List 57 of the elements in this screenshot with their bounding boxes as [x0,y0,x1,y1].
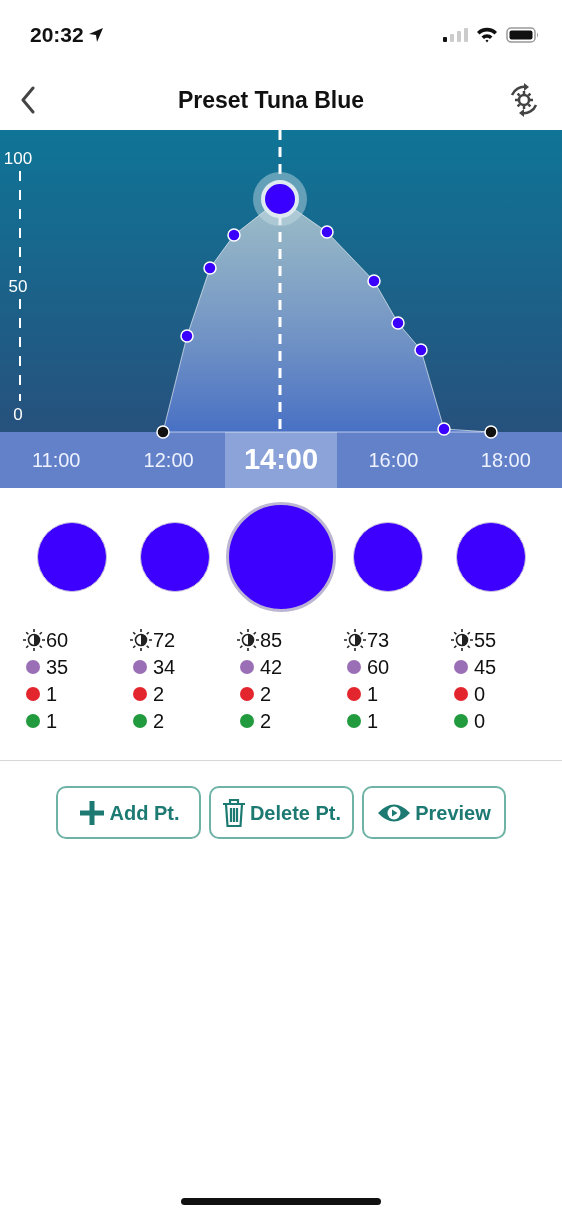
signal-icon [443,28,468,42]
time-tab[interactable]: 11:00 [0,432,113,488]
chart-point[interactable] [320,225,334,239]
screen-title: Preset Tuna Blue [177,85,365,115]
channel-value: 2 [260,710,272,731]
chart-point[interactable] [484,425,498,439]
action-button[interactable]: Delete Pt. [209,786,354,839]
channel-value: 34 [153,656,176,677]
brightness-icon [343,627,367,652]
chart-point[interactable] [367,274,381,288]
brightness-icon [129,627,153,652]
channel-value: 0 [474,683,486,704]
location-arrow-icon [87,27,104,43]
chart-point[interactable] [180,329,194,343]
chart-point[interactable] [253,172,307,226]
time-tab[interactable]: 14:00 [224,432,338,488]
brightness-icon [236,627,260,652]
channel-value: 2 [153,683,165,704]
channel-value: 1 [46,710,58,731]
brightness-value: 60 [46,629,69,650]
axis-label: 0 [13,404,23,424]
chart-point[interactable] [203,261,217,275]
brightness-value: 55 [474,629,497,650]
channel-value: 2 [153,710,165,731]
back-button[interactable] [20,86,36,114]
time-tab[interactable]: 16:00 [337,432,450,488]
trash-icon [221,797,246,828]
battery-icon [506,27,540,43]
time-tab[interactable]: 18:00 [449,432,562,488]
chart-point[interactable] [391,316,405,330]
channel-value: 1 [46,683,58,704]
channel-value: 35 [46,656,69,677]
channel-value: 1 [367,683,379,704]
channel-value: 45 [474,656,497,677]
chart-point[interactable] [437,422,451,436]
chart-point[interactable] [156,425,170,439]
channel-value: 42 [260,656,283,677]
action-button[interactable]: Add Pt. [56,786,201,839]
brightness-icon [450,627,474,652]
chart-point[interactable] [414,343,428,357]
time-tab[interactable]: 12:00 [112,432,225,488]
chart-point[interactable] [227,228,241,242]
channel-value: 1 [367,710,379,731]
axis-label: 100 [3,148,33,168]
channel-value: 60 [367,656,390,677]
brightness-value: 73 [367,629,390,650]
channel-value: 0 [474,710,486,731]
status-time: 20:32 [30,22,84,49]
action-button[interactable]: Preview [362,786,506,839]
wifi-icon [476,27,498,43]
back-icon [20,86,36,114]
brightness-icon [22,627,46,652]
brightness-value: 72 [153,629,176,650]
brightness-value: 85 [260,629,283,650]
plus-icon [77,798,106,827]
channel-value: 2 [260,683,272,704]
axis-label: 50 [8,276,28,296]
